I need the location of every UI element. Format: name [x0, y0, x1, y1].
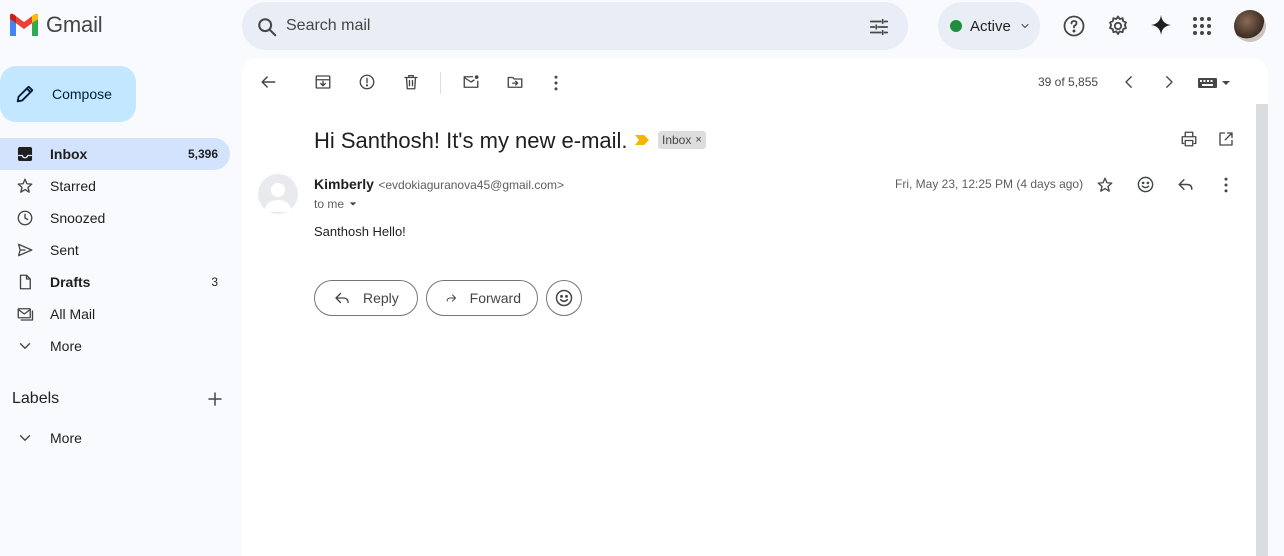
- sender-info: Kimberly <evdokiaguranova45@gmail.com>: [314, 176, 564, 194]
- reply-icon: [335, 292, 349, 304]
- email-subject: Hi Santhosh! It's my new e-mail.: [314, 128, 628, 153]
- sidebar-item-sent[interactable]: Sent: [0, 234, 230, 266]
- star-icon: [17, 178, 33, 193]
- labels-more-label: More: [50, 430, 82, 446]
- back-arrow-icon[interactable]: [258, 72, 278, 92]
- labels-more-item[interactable]: More: [0, 422, 230, 454]
- message-panel: 39 of 5,855 Hi Santhosh! It's my new e-m…: [242, 58, 1268, 556]
- more-options-icon[interactable]: [546, 73, 566, 93]
- add-label-icon[interactable]: [206, 390, 224, 408]
- draft-icon: [19, 274, 31, 290]
- help-icon[interactable]: [1062, 14, 1086, 38]
- sidebar-item-label: All Mail: [50, 306, 96, 322]
- sidebar-item-all-mail[interactable]: All Mail: [0, 298, 230, 330]
- sidebar-item-label: Inbox: [50, 146, 88, 162]
- status-dot: [950, 20, 962, 32]
- sidebar-item-label: Sent: [50, 242, 79, 258]
- all-mail-icon: [17, 308, 34, 321]
- sidebar-item-count: 3: [211, 275, 218, 289]
- inbox-icon: [17, 146, 33, 162]
- settings-icon[interactable]: [1106, 14, 1130, 38]
- newer-chevron-icon[interactable]: [1120, 73, 1138, 91]
- sidebar-item-snoozed[interactable]: Snoozed: [0, 202, 230, 234]
- sidebar-item-label: Drafts: [50, 274, 91, 290]
- report-spam-icon[interactable]: [358, 73, 376, 91]
- sidebar-item-label: More: [50, 338, 82, 354]
- inbox-label-chip: Inbox ×: [658, 131, 706, 149]
- account-avatar[interactable]: [1234, 10, 1266, 42]
- important-marker-icon[interactable]: [634, 134, 650, 146]
- compose-button[interactable]: Compose: [0, 66, 136, 122]
- input-tools-keyboard-icon[interactable]: [1196, 73, 1232, 93]
- search-bar[interactable]: [242, 2, 908, 50]
- recipient-text: to me: [314, 197, 345, 211]
- older-chevron-icon[interactable]: [1160, 73, 1178, 91]
- search-icon[interactable]: [256, 16, 278, 38]
- gmail-logo[interactable]: Gmail: [8, 12, 103, 38]
- labels-title: Labels: [12, 390, 60, 407]
- recipient-details-toggle[interactable]: to me: [314, 197, 358, 211]
- status-label: Active: [970, 17, 1011, 35]
- caret-down-icon: [349, 202, 357, 206]
- reply-label: Reply: [363, 290, 399, 306]
- sidebar-item-label: Starred: [50, 178, 96, 194]
- labels-header: Labels: [12, 390, 224, 408]
- status-selector[interactable]: Active: [938, 2, 1040, 50]
- chevron-down-icon: [19, 435, 31, 441]
- star-icon[interactable]: [1096, 176, 1114, 194]
- forward-icon: [446, 294, 457, 302]
- archive-icon[interactable]: [314, 73, 332, 91]
- remove-label-button[interactable]: ×: [695, 134, 701, 146]
- add-reaction-icon[interactable]: [1136, 175, 1155, 194]
- sidebar-item-label: Snoozed: [50, 210, 106, 226]
- labels-section: More: [0, 422, 230, 454]
- compose-label: Compose: [52, 86, 112, 102]
- vertical-scrollbar[interactable]: [1256, 104, 1268, 556]
- app-name: Gmail: [46, 12, 103, 37]
- sidebar-item-starred[interactable]: Starred: [0, 170, 230, 202]
- emoji-icon: [555, 289, 573, 307]
- default-avatar-icon: [264, 183, 292, 212]
- gemini-sparkle-icon[interactable]: [1150, 14, 1172, 36]
- forward-button[interactable]: Forward: [426, 280, 538, 316]
- sender-name[interactable]: Kimberly: [314, 176, 374, 192]
- sidebar-item-inbox[interactable]: Inbox 5,396: [0, 138, 230, 170]
- label-chip-text: Inbox: [662, 133, 692, 147]
- delete-icon[interactable]: [402, 73, 420, 91]
- reply-button[interactable]: Reply: [314, 280, 418, 316]
- pencil-icon: [16, 85, 34, 103]
- forward-label: Forward: [469, 290, 521, 306]
- sidebar-nav: Inbox 5,396 Starred Snoozed Sent Drafts …: [0, 138, 230, 362]
- mark-unread-icon[interactable]: [462, 73, 480, 91]
- reply-icon[interactable]: [1176, 175, 1195, 194]
- message-more-options-icon[interactable]: [1216, 175, 1236, 195]
- apps-grid-icon[interactable]: [1190, 14, 1214, 38]
- move-to-icon[interactable]: [506, 73, 524, 91]
- clock-icon: [17, 210, 33, 226]
- send-icon: [17, 243, 33, 257]
- chevron-down-icon: [1021, 24, 1029, 28]
- sidebar-item-more[interactable]: More: [0, 330, 230, 362]
- search-input[interactable]: [286, 14, 846, 38]
- toolbar-divider: [440, 72, 441, 94]
- emoji-reaction-button[interactable]: [546, 280, 582, 316]
- sender-email: <evdokiaguranova45@gmail.com>: [378, 178, 564, 192]
- sidebar-item-drafts[interactable]: Drafts 3: [0, 266, 230, 298]
- email-date: Fri, May 23, 12:25 PM (4 days ago): [895, 177, 1084, 191]
- open-in-new-window-icon[interactable]: [1217, 130, 1235, 148]
- search-options-icon[interactable]: [868, 16, 890, 38]
- gmail-m-icon: [10, 13, 38, 36]
- print-icon[interactable]: [1180, 130, 1198, 148]
- pagination-count: 39 of 5,855: [1038, 75, 1099, 89]
- sender-avatar: [258, 174, 298, 214]
- email-body: Santhosh Hello!: [314, 224, 406, 239]
- chevron-down-icon: [19, 343, 31, 349]
- sidebar-item-count: 5,396: [187, 147, 218, 161]
